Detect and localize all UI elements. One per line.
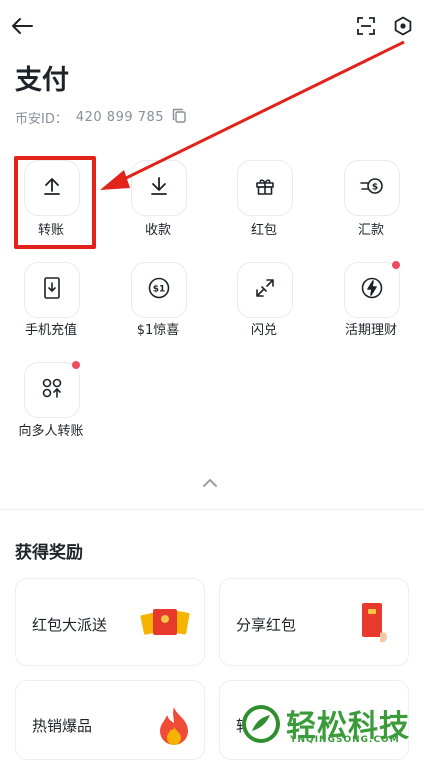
watermark-logo: 轻松科技 YNQINGSONG.COM [240, 701, 416, 747]
watermark-subtext: YNQINGSONG.COM [290, 735, 400, 745]
watermark-leaf-icon [242, 705, 280, 743]
annotation-arrow [100, 40, 405, 190]
